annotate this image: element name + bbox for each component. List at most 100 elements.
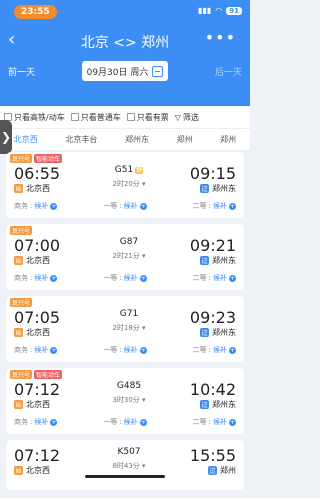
train-card[interactable]: 复兴号 智能动车 06:55 G51 静 2时20分 ▾ 09:15 始北京西 过… xyxy=(6,152,244,218)
seat-business[interactable]: 商务: 候补 + xyxy=(14,417,58,427)
train-card[interactable]: 复兴号 07:00 G87 2时21分 ▾ 09:21 始北京西 过郑州东 商务… xyxy=(6,224,244,290)
station-tabs: 北京西 北京丰台 郑州东 郑州 郑州 xyxy=(0,128,250,150)
duration[interactable]: 2时20分 ▾ xyxy=(100,179,158,189)
wifi-icon: ◠ xyxy=(215,6,223,15)
to-station: 过郑州东 xyxy=(200,255,236,266)
plus-icon: + xyxy=(139,274,147,282)
duration-text: 2时21分 xyxy=(112,252,140,260)
side-drawer-handle[interactable]: ❯ xyxy=(0,120,12,154)
filter-label: 只看高铁/动车 xyxy=(14,112,65,122)
badge-group: 复兴号 智能动车 xyxy=(10,370,63,379)
seat-class: 商务 xyxy=(14,202,28,210)
departure-time: 07:12 xyxy=(14,380,61,399)
smart-badge: 智能动车 xyxy=(34,154,63,163)
prev-day-button[interactable]: 前一天 xyxy=(8,65,35,78)
badge-group: 复兴号 xyxy=(10,298,33,307)
seat-business[interactable]: 商务: 候补 + xyxy=(14,201,58,211)
start-icon: 始 xyxy=(14,256,23,265)
home-indicator xyxy=(85,475,165,478)
train-number: G87 xyxy=(119,237,139,247)
date-row: 前一天 09月30日 周六 后一天 xyxy=(0,58,250,86)
status-time: 23:55 xyxy=(14,5,57,19)
arrival-time: 09:15 xyxy=(189,164,236,183)
fuxing-badge: 复兴号 xyxy=(10,226,33,235)
station-tab[interactable]: 郑州 xyxy=(171,132,199,147)
seat-second[interactable]: 二等: 候补 + xyxy=(193,273,236,283)
filter-label: 筛选 xyxy=(182,112,199,122)
seat-second[interactable]: 二等: 候补 + xyxy=(193,417,236,427)
seat-row: 商务: 候补 + 一等: 候补 + 二等: 候补 + xyxy=(14,417,236,427)
seat-second[interactable]: 二等: 候补 + xyxy=(193,345,236,355)
train-card[interactable]: 复兴号 07:05 G71 2时18分 ▾ 09:23 始北京西 过郑州东 商务… xyxy=(6,296,244,362)
duration-text: 8时43分 xyxy=(112,462,140,470)
seat-class: 商务 xyxy=(14,274,28,282)
train-code: G51 xyxy=(114,165,134,175)
seat-business[interactable]: 商务: 候补 + xyxy=(14,345,58,355)
train-card[interactable]: 复兴号 智能动车 07:12 G485 3时30分 ▾ 10:42 始北京西 过… xyxy=(6,368,244,434)
calendar-icon xyxy=(152,65,164,77)
seat-class: 二等 xyxy=(192,274,207,282)
duration[interactable]: 2时21分 ▾ xyxy=(100,251,158,261)
seat-class: 商务 xyxy=(14,346,28,354)
nav-row: ‹ 北京 <> 郑州 ••• xyxy=(0,26,250,56)
filter-available[interactable]: 只看有票 xyxy=(126,112,169,123)
seat-status: 候补 xyxy=(123,274,138,282)
status-icons: ▮▮▮ ◠ 91 xyxy=(198,6,242,15)
station-tab[interactable]: 北京西 xyxy=(8,132,44,147)
signal-icon: ▮▮▮ xyxy=(198,6,212,15)
seat-status: 候补 xyxy=(212,202,227,210)
train-number: G71 xyxy=(119,309,139,319)
station-tab[interactable]: 北京丰台 xyxy=(59,132,103,147)
arrival-time: 10:42 xyxy=(189,380,236,399)
date-picker[interactable]: 09月30日 周六 xyxy=(82,61,168,81)
seat-status: 候补 xyxy=(212,346,227,354)
from-name: 北京西 xyxy=(26,466,50,475)
to-name: 郑州东 xyxy=(212,400,236,409)
train-number: K507 xyxy=(117,447,141,457)
seat-status: 候补 xyxy=(123,202,138,210)
next-day-button[interactable]: 后一天 xyxy=(215,65,242,78)
pass-icon: 过 xyxy=(200,400,209,409)
seat-status: 候补 xyxy=(34,202,49,210)
station-tab[interactable]: 郑州 xyxy=(214,132,242,147)
plus-icon: + xyxy=(50,418,58,426)
checkbox-icon xyxy=(126,113,135,121)
seat-business[interactable]: 商务: 候补 + xyxy=(14,273,58,283)
seat-first[interactable]: 一等: 候补 + xyxy=(103,345,147,355)
smart-badge: 智能动车 xyxy=(34,370,63,379)
station-tab[interactable]: 郑州东 xyxy=(119,132,155,147)
plus-icon: + xyxy=(139,202,147,210)
plus-icon: + xyxy=(139,346,147,354)
filter-normal[interactable]: 只看普通车 xyxy=(70,112,121,123)
from-name: 北京西 xyxy=(26,328,50,337)
arrival-time: 15:55 xyxy=(189,446,236,465)
departure-time: 06:55 xyxy=(14,164,61,183)
filter-button[interactable]: ▽ 筛选 xyxy=(175,112,199,123)
duration[interactable]: 8时43分 ▾ xyxy=(100,461,158,471)
train-number: G485 xyxy=(116,381,142,391)
seat-first[interactable]: 一等: 候补 + xyxy=(103,417,147,427)
more-icon[interactable]: ••• xyxy=(205,28,236,47)
seat-status: 候补 xyxy=(212,274,227,282)
seat-status: 候补 xyxy=(123,346,138,354)
filter-label: 只看有票 xyxy=(136,112,169,122)
from-station: 始北京西 xyxy=(14,399,50,410)
duration-text: 2时18分 xyxy=(112,324,140,332)
seat-class: 一等 xyxy=(103,346,118,354)
duration-text: 3时30分 xyxy=(112,396,140,404)
checkbox-icon xyxy=(70,113,79,121)
plus-icon: + xyxy=(228,346,236,354)
train-list: 复兴号 智能动车 06:55 G51 静 2时20分 ▾ 09:15 始北京西 过… xyxy=(0,150,250,498)
from-name: 北京西 xyxy=(26,256,50,265)
filter-highspeed[interactable]: 只看高铁/动车 xyxy=(4,112,65,123)
duration[interactable]: 3时30分 ▾ xyxy=(100,395,158,405)
start-icon: 始 xyxy=(14,184,23,193)
train-card[interactable]: 07:12 K507 8时43分 ▾ 15:55 始北京西 过郑州 xyxy=(6,440,244,490)
duration[interactable]: 2时18分 ▾ xyxy=(100,323,158,333)
date-label: 09月30日 周六 xyxy=(86,67,149,78)
seat-second[interactable]: 二等: 候补 + xyxy=(193,201,236,211)
seat-first[interactable]: 一等: 候补 + xyxy=(103,201,147,211)
seat-first[interactable]: 一等: 候补 + xyxy=(103,273,147,283)
seat-class: 一等 xyxy=(103,274,118,282)
start-icon: 始 xyxy=(14,466,23,475)
